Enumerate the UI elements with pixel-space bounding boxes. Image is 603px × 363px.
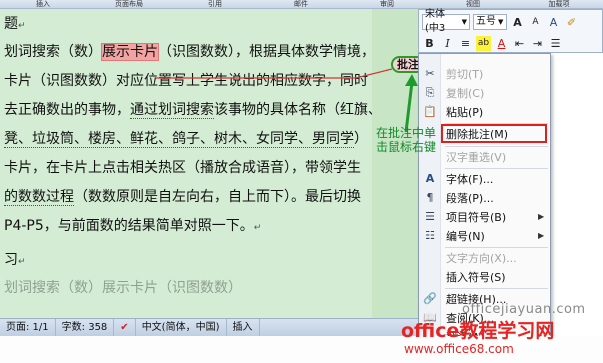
format-painter-icon[interactable]: ✐	[564, 15, 579, 30]
menu-item-delete-comment[interactable]: 删除批注(M)	[441, 124, 547, 143]
annotation-text: 在批注中单击鼠标右键	[376, 126, 437, 154]
bullets-icon: ☰	[425, 210, 435, 223]
doc-line: P4-P5，与前面数的结果简单对照一下。↵	[4, 218, 262, 234]
ribbon-tabs: 插入 页面布局 引用 邮件 审阅 视图 加载项	[0, 0, 603, 9]
menu-item-insert-symbol[interactable]: 插入符号(S)	[419, 267, 550, 286]
commented-text[interactable]: 展示卡片	[101, 43, 159, 61]
doc-line: 划词搜索（数）展示卡片（识图数数），根据具体数学情境，	[4, 43, 375, 61]
ribbon-tab[interactable]: 页面布局	[86, 0, 172, 8]
menu-item-copy[interactable]: ⎘ 复制(C)	[419, 83, 550, 102]
font-size-combo[interactable]: 五号 ▼	[473, 14, 507, 30]
comment-connector	[156, 68, 392, 79]
submenu-arrow-icon: ▶	[538, 212, 545, 221]
center-align-icon[interactable]: ≡	[458, 36, 473, 51]
indent-icon[interactable]: ⇤	[512, 36, 527, 51]
word-count[interactable]: 字数: 358	[56, 318, 115, 337]
menu-item-text-direction[interactable]: 文字方向(X)...	[419, 248, 550, 267]
font-name-combo[interactable]: 宋体 (中3 ▼	[422, 9, 470, 34]
menu-item-bullets[interactable]: ☰ 项目符号(B) ▶	[419, 207, 550, 226]
menu-item-cut[interactable]: ✂ 剪切(T)	[419, 64, 550, 83]
menu-item-numbering[interactable]: ☷ 编号(N) ▶	[419, 226, 550, 245]
ribbon-tab[interactable]: 视图	[430, 0, 516, 8]
status-bar: 页面: 1/1 字数: 358 ✔ 中文(简体，中国) 插入	[0, 318, 418, 337]
paste-icon: 📋	[423, 105, 437, 118]
menu-item-paste[interactable]: 📋 粘贴(P)	[419, 102, 550, 121]
insert-mode[interactable]: 插入	[227, 318, 260, 337]
styles-icon[interactable]: A	[546, 15, 561, 30]
doc-line: 划词搜索（数）展示卡片（识图数数）	[4, 280, 242, 296]
shrink-font-icon[interactable]: A	[528, 15, 543, 30]
grow-font-icon[interactable]: A	[510, 15, 525, 30]
ribbon-tab[interactable]: 审阅	[344, 0, 430, 8]
submenu-arrow-icon: ▶	[538, 231, 545, 240]
font-icon: A	[425, 172, 435, 185]
doc-line: 习↵	[4, 252, 26, 268]
menu-item-paragraph[interactable]: ¶ 段落(P)...	[419, 188, 550, 207]
doc-line: 卡片，在卡片上点击相关热区（播放合成语音），带领学生	[4, 160, 361, 176]
doc-line: 凳、垃圾筒、楼房、鲜花、鸽子、树木、女同学、男同学）	[4, 131, 368, 148]
watermark-id: officejiayuan.com	[462, 302, 586, 317]
spellcheck-icon[interactable]: ✔	[114, 318, 136, 337]
menu-item-font[interactable]: A 字体(F)...	[419, 169, 550, 188]
outdent-icon[interactable]: ⇥	[530, 36, 545, 51]
watermark-url: www.office68.com	[404, 342, 514, 356]
paragraph-icon: ¶	[426, 191, 434, 204]
doc-line: 去正确数出的事物，通过划词搜索该事物的具体名称（红旗、	[4, 102, 382, 119]
hyperlink-icon: 🔗	[423, 292, 437, 305]
ribbon-tab[interactable]: 加载项	[516, 0, 602, 8]
bold-icon[interactable]: B	[422, 36, 437, 51]
list-icon[interactable]: ☰	[548, 36, 563, 51]
copy-icon: ⎘	[425, 85, 435, 99]
ribbon-tab[interactable]: 邮件	[258, 0, 344, 8]
highlight-icon[interactable]: ab	[476, 35, 491, 51]
scissors-icon: ✂	[425, 67, 435, 80]
page-indicator[interactable]: 页面: 1/1	[0, 318, 56, 337]
ribbon-tab[interactable]: 引用	[172, 0, 258, 8]
mini-toolbar: 宋体 (中3 ▼ 五号 ▼ A A A ✐ B I ≡ ab A ⇤ ⇥ ☰	[418, 9, 603, 53]
document-page[interactable]: 题↵ 划词搜索（数）展示卡片（识图数数），根据具体数学情境， 卡片（识图数数）对…	[0, 9, 430, 318]
ribbon-tab[interactable]: 插入	[0, 0, 86, 8]
numbering-icon: ☷	[425, 229, 435, 242]
watermark-title: office教程学习网	[401, 320, 555, 342]
language-indicator[interactable]: 中文(简体，中国)	[136, 318, 227, 337]
font-color-icon[interactable]: A	[494, 36, 509, 51]
doc-line: 的数数过程（数数原则是自左向右，自上而下）。最后切换	[4, 189, 361, 206]
doc-line: 题↵	[4, 16, 26, 32]
italic-icon[interactable]: I	[440, 36, 455, 51]
